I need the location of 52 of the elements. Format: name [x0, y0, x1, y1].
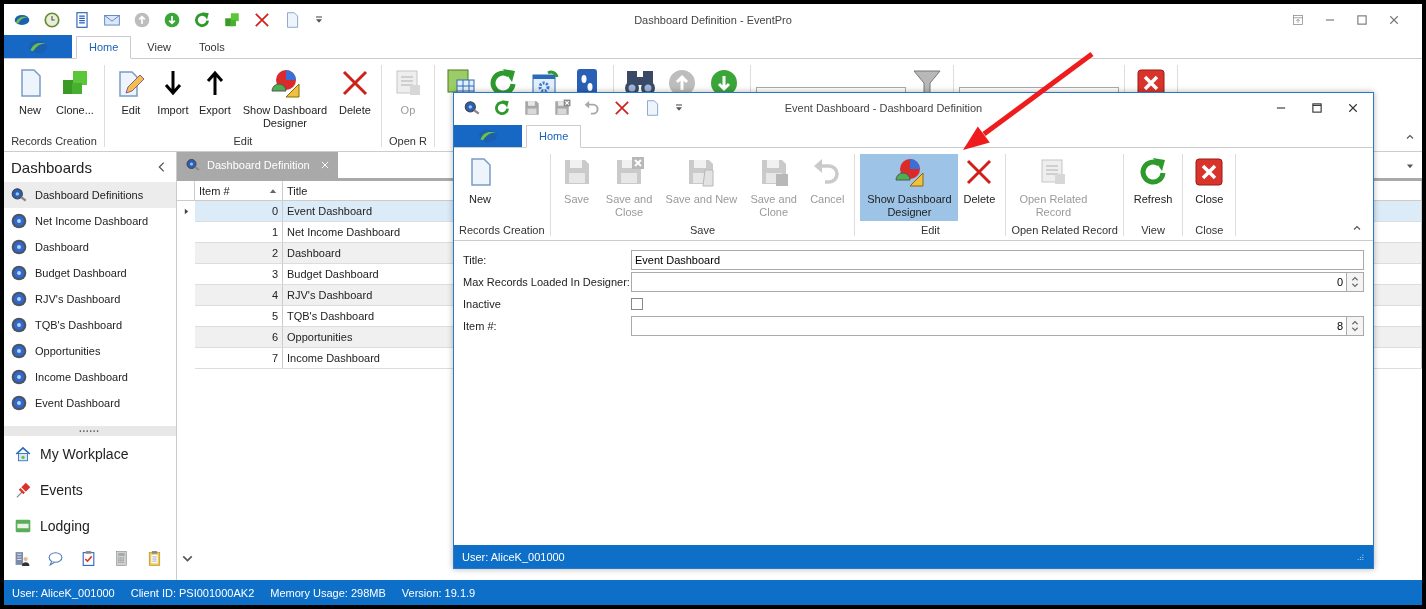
ribbon-button[interactable]: Export [193, 65, 236, 119]
sidebar-item[interactable]: Dashboard Definitions [4, 182, 176, 208]
sidebar-item[interactable]: Budget Dashboard [4, 260, 176, 286]
number-field[interactable]: 8 [631, 316, 1346, 336]
column-title: Item # [199, 184, 230, 197]
sidebar-item[interactable]: Event Dashboard [4, 390, 176, 416]
ribbon-button[interactable]: Import [151, 65, 194, 119]
nav-item[interactable]: Events [4, 472, 176, 508]
sidebar-item[interactable]: Dashboard [4, 234, 176, 260]
window-title: Dashboard Definition - EventPro [634, 13, 792, 26]
nav-item[interactable]: Lodging [4, 508, 176, 544]
group-label: Close [1194, 224, 1225, 236]
nav-item[interactable]: My Workplace [4, 436, 176, 472]
ribbon-tab[interactable]: Home [526, 125, 582, 148]
group-label: Edit [232, 135, 254, 147]
ribbon-button[interactable]: Show Dashboard Designer [860, 154, 959, 221]
group-label: Open R [387, 135, 428, 147]
sidebar-item[interactable]: Income Dashboard [4, 364, 176, 390]
field-label: Title: [463, 254, 488, 266]
status-text: User: AliceK_001000 [462, 550, 565, 563]
ribbon-button[interactable]: Show Dashboard Designer [235, 65, 334, 132]
ribbon-tab[interactable]: Home [76, 36, 132, 59]
table-cell: 0 [195, 201, 283, 222]
group-label: Edit [919, 224, 941, 236]
table-cell: 2 [195, 243, 283, 264]
group-label: View [1140, 224, 1166, 236]
sidebar-item[interactable]: RJV's Dashboard [4, 286, 176, 312]
window-title: Event Dashboard - Dashboard Definition [784, 102, 983, 114]
ribbon-button[interactable]: Delete [333, 65, 376, 119]
table-cell: 7 [195, 348, 283, 369]
ribbon-tab[interactable]: Tools [187, 37, 237, 58]
text-field[interactable]: Event Dashboard [631, 250, 1364, 270]
sidebar-item[interactable]: TQB's Dashboard [4, 312, 176, 338]
table-cell: 4 [195, 285, 283, 306]
status-text: Memory Usage: 298MB [270, 586, 386, 599]
group-label: Records Creation [459, 224, 545, 236]
group-label: Save [688, 224, 717, 236]
status-text: Version: 19.1.9 [401, 586, 476, 599]
field-label: Max Records Loaded In Designer: [463, 276, 631, 288]
ribbon-button[interactable]: Clone... [51, 65, 99, 119]
status-text: Client ID: PSI001000AK2 [130, 586, 255, 599]
ribbon-tab[interactable]: View [135, 37, 183, 58]
ribbon-button[interactable]: Edit [109, 65, 152, 119]
sidebar-title: Dashboards [11, 158, 92, 176]
ribbon-button[interactable]: New [9, 65, 51, 119]
group-label: Records Creation [10, 135, 98, 147]
number-field[interactable]: 0 [631, 272, 1346, 292]
sidebar-item[interactable]: Net Income Dashboard [4, 208, 176, 234]
group-label: Open Related Record [1011, 224, 1118, 236]
sidebar-item[interactable]: Opportunities [4, 338, 176, 364]
status-text: User: AliceK_001000 [12, 586, 115, 599]
table-cell: 6 [195, 327, 283, 348]
